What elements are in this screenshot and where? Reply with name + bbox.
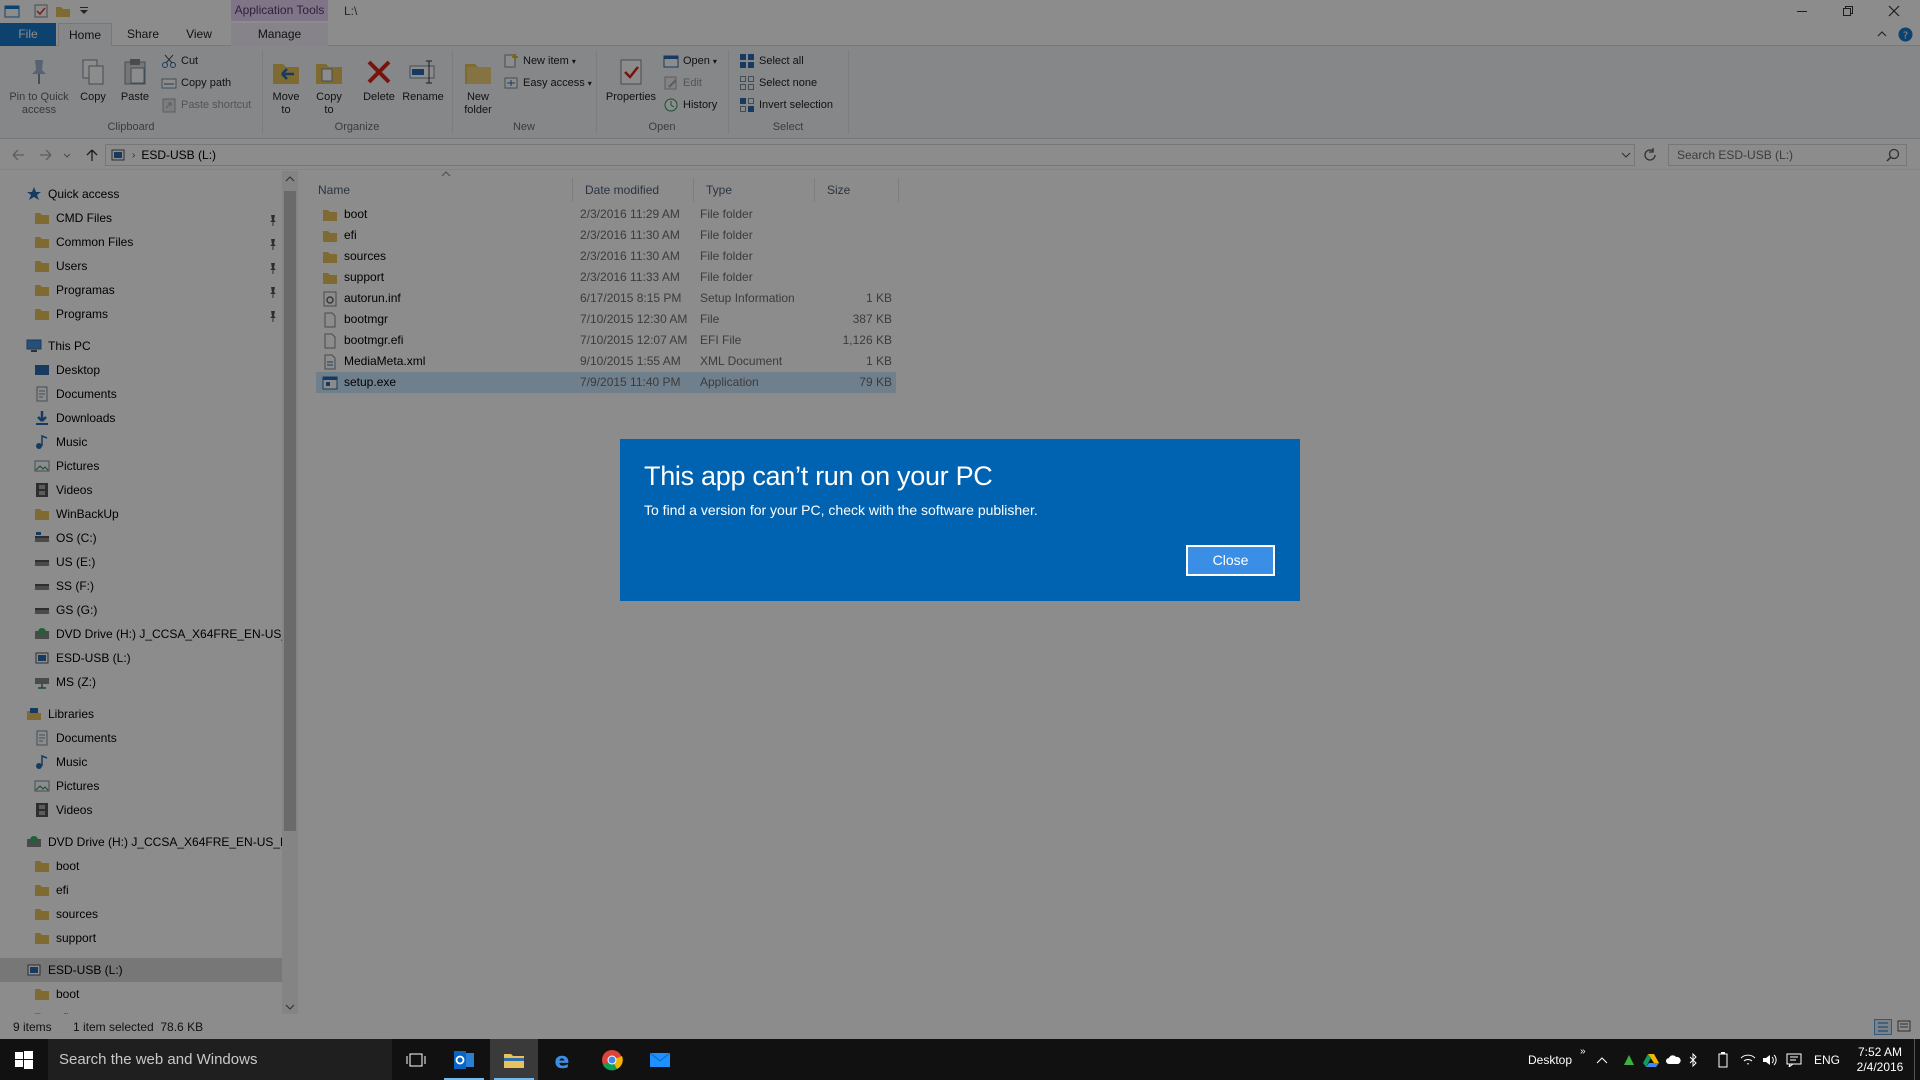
- onedrive-cloud-icon[interactable]: [1665, 1039, 1681, 1080]
- taskbar-search-input[interactable]: Search the web and Windows: [48, 1039, 392, 1080]
- outlook-icon: [454, 1050, 474, 1069]
- taskbar-mail[interactable]: [636, 1039, 684, 1080]
- tray-app-green-icon[interactable]: [1622, 1039, 1636, 1080]
- language-indicator[interactable]: ENG: [1814, 1039, 1840, 1080]
- battery-icon[interactable]: [1718, 1039, 1728, 1080]
- clock-date: 2/4/2016: [1856, 1059, 1904, 1074]
- mail-icon: [649, 1052, 671, 1067]
- volume-icon[interactable]: [1762, 1039, 1778, 1080]
- wifi-icon[interactable]: [1740, 1039, 1756, 1080]
- windows-logo-icon: [15, 1050, 33, 1069]
- google-drive-icon[interactable]: [1643, 1039, 1659, 1080]
- desktop-toolbar-label[interactable]: Desktop: [1528, 1039, 1572, 1080]
- dialog-title: This app can’t run on your PC: [644, 461, 993, 491]
- clock[interactable]: 7:52 AM 2/4/2016: [1854, 1039, 1906, 1080]
- dialog-close-button[interactable]: Close: [1186, 545, 1275, 576]
- start-button[interactable]: [0, 1039, 48, 1080]
- show-hidden-icons-icon[interactable]: [1596, 1039, 1608, 1080]
- show-desktop-button[interactable]: [1914, 1039, 1920, 1080]
- desktop-label: Desktop: [1528, 1052, 1573, 1067]
- svg-text:e: e: [555, 1049, 570, 1071]
- chrome-icon: [602, 1049, 623, 1070]
- edge-browser-icon: e: [555, 1049, 570, 1071]
- action-center-icon[interactable]: [1786, 1039, 1802, 1080]
- clock-time: 7:52 AM: [1857, 1044, 1903, 1059]
- taskbar-edge[interactable]: e: [538, 1039, 586, 1080]
- task-view-button[interactable]: [392, 1039, 440, 1080]
- taskbar-outlook[interactable]: [440, 1039, 488, 1080]
- bluetooth-icon[interactable]: [1688, 1039, 1698, 1080]
- taskbar: Search the web and Windows e Desktop » E…: [0, 1039, 1920, 1080]
- toolbar-expand-icon[interactable]: »: [1580, 1031, 1586, 1072]
- taskbar-file-explorer[interactable]: [490, 1039, 538, 1080]
- app-cant-run-dialog: This app can’t run on your PC To find a …: [620, 439, 1300, 601]
- taskbar-chrome[interactable]: [588, 1039, 636, 1080]
- dialog-message: To find a version for your PC, check wit…: [644, 502, 1038, 518]
- file-explorer-icon: [504, 1053, 524, 1068]
- task-view-icon: [406, 1053, 426, 1066]
